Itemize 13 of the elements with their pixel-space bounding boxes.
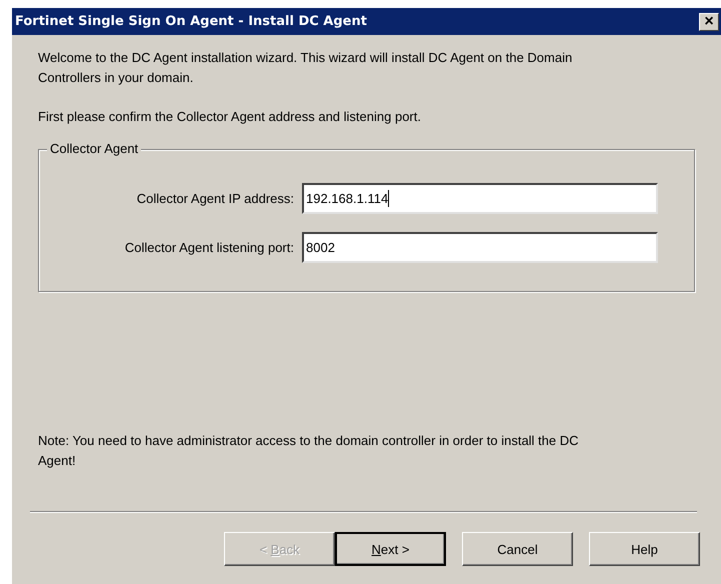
instruction-text: First please confirm the Collector Agent address and listening port. [38, 108, 422, 126]
input-field[interactable]: 192.168.1.114 [302, 183, 658, 214]
wizard-button[interactable]: Help [589, 532, 700, 566]
field-label: Collector Agent IP address: [136, 191, 295, 206]
input-field[interactable]: 8002 [302, 232, 658, 263]
group-title: Collector Agent [47, 141, 142, 156]
intro-text: Welcome to the DC Agent installation wizard. This wizard will install DC Agent on the Domain Controllers in your domain. [38, 49, 574, 87]
note-text: Note: You need to have administrator access to the domain controller in order to install the DC Agent! [38, 432, 580, 470]
wizard-button[interactable]: Next > [335, 532, 446, 566]
wizard-button[interactable]: Cancel [462, 532, 573, 566]
field-label: Collector Agent listening port: [124, 240, 295, 255]
window-title: Fortinet Single Sign On Agent - Install DC Agent [15, 14, 367, 29]
close-button[interactable]: × [699, 12, 719, 30]
